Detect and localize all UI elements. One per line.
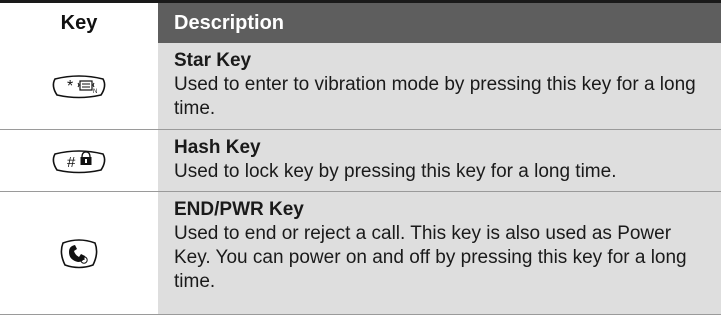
header-key: Key [0,3,158,43]
description-cell: Hash Key Used to lock key by pressing th… [158,130,721,191]
description-cell: Star Key Used to enter to vibration mode… [158,43,721,129]
key-glyph: * [67,78,73,95]
key-cell: # [0,130,158,191]
table-row: * N Star Key Used to enter to vibration … [0,43,721,129]
key-description-table: Key Description * N Star Key Used to ent… [0,0,721,315]
table-row: # Hash Key Used to lock key by pressing … [0,129,721,191]
key-name: Star Key [174,50,252,71]
star-vibrate-key-icon: * N [49,71,109,101]
header-description: Description [158,3,721,43]
svg-text:N: N [93,89,97,95]
key-description: Used to end or reject a call. This key i… [174,223,687,292]
table-header: Key Description [0,0,721,43]
key-name: END/PWR Key [174,199,304,220]
key-cell [0,192,158,314]
key-name: Hash Key [174,137,261,158]
table-row: END/PWR Key Used to end or reject a call… [0,191,721,314]
key-description: Used to lock key by pressing this key fo… [174,161,617,182]
description-cell: END/PWR Key Used to end or reject a call… [158,192,721,314]
key-description: Used to enter to vibration mode by press… [174,74,696,119]
hash-lock-key-icon: # [49,146,109,176]
key-glyph: # [67,154,76,171]
end-power-key-icon [57,235,101,271]
key-cell: * N [0,43,158,129]
